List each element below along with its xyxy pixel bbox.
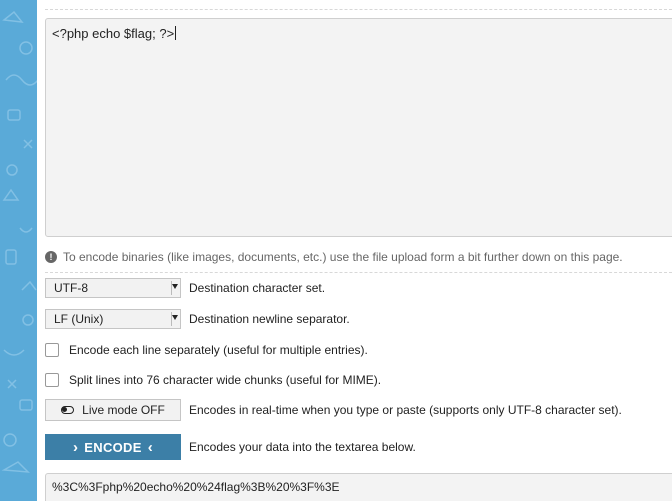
encoder-panel: <?php echo $flag; ?> ! To encode binarie… bbox=[45, 0, 672, 501]
source-text: <?php echo $flag; ?> bbox=[52, 26, 175, 41]
newline-label: Destination newline separator. bbox=[189, 312, 350, 326]
info-icon: ! bbox=[45, 251, 57, 263]
encode-label: Encodes your data into the textarea belo… bbox=[189, 440, 416, 454]
chevron-down-icon bbox=[172, 284, 178, 289]
each-line-row: Encode each line separately (useful for … bbox=[45, 343, 672, 357]
result-textarea[interactable]: %3C%3Fphp%20echo%20%24flag%3B%20%3F%3E bbox=[45, 473, 672, 501]
result-text: %3C%3Fphp%20echo%20%24flag%3B%20%3F%3E bbox=[52, 480, 340, 494]
live-mode-button[interactable]: Live mode OFF bbox=[45, 399, 181, 421]
charset-select-value: UTF-8 bbox=[54, 281, 88, 295]
decorative-side-strip bbox=[0, 0, 37, 501]
charset-row: UTF-8 Destination character set. bbox=[45, 278, 672, 298]
chevron-right-icon: › bbox=[72, 438, 79, 456]
binary-upload-hint-text: To encode binaries (like images, documen… bbox=[63, 250, 623, 264]
chevron-down-icon bbox=[172, 315, 178, 320]
live-mode-label: Encodes in real-time when you type or pa… bbox=[189, 403, 622, 417]
binary-upload-hint: ! To encode binaries (like images, docum… bbox=[45, 248, 672, 273]
each-line-label: Encode each line separately (useful for … bbox=[69, 343, 368, 357]
page: <?php echo $flag; ?> ! To encode binarie… bbox=[0, 0, 672, 501]
charset-select[interactable]: UTF-8 bbox=[45, 278, 181, 298]
source-textarea[interactable]: <?php echo $flag; ?> bbox=[45, 18, 672, 237]
encode-button-label: ENCODE bbox=[84, 439, 142, 455]
encode-button[interactable]: › ENCODE ‹ bbox=[45, 434, 181, 460]
newline-select[interactable]: LF (Unix) bbox=[45, 309, 181, 329]
newline-row: LF (Unix) Destination newline separator. bbox=[45, 309, 672, 329]
live-mode-row: Live mode OFF Encodes in real-time when … bbox=[45, 399, 672, 421]
split-lines-row: Split lines into 76 character wide chunk… bbox=[45, 373, 672, 387]
charset-label: Destination character set. bbox=[189, 281, 326, 295]
doodle-pattern-icon bbox=[1, 10, 37, 473]
chevron-left-icon: ‹ bbox=[147, 438, 153, 456]
split-lines-label: Split lines into 76 character wide chunk… bbox=[69, 373, 382, 387]
live-mode-button-label: Live mode OFF bbox=[82, 403, 165, 417]
top-divider bbox=[45, 0, 672, 10]
encode-row: › ENCODE ‹ Encodes your data into the te… bbox=[45, 434, 672, 460]
text-caret bbox=[175, 26, 177, 40]
each-line-checkbox[interactable] bbox=[45, 343, 59, 357]
newline-select-value: LF (Unix) bbox=[54, 312, 104, 326]
split-lines-checkbox[interactable] bbox=[45, 373, 59, 387]
toggle-off-icon bbox=[61, 406, 75, 414]
